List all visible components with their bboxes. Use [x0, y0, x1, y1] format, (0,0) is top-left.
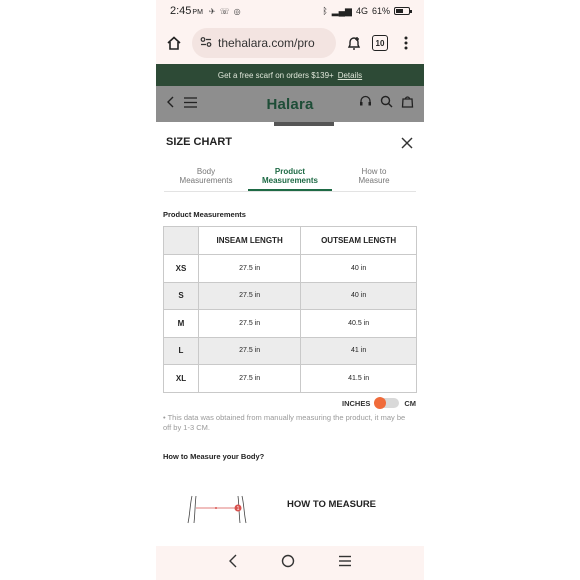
inseam-cell: 27.5 in — [197, 364, 302, 393]
promo-details-link[interactable]: Details — [338, 71, 362, 80]
nav-back-icon[interactable] — [228, 554, 238, 573]
modal-title: SIZE CHART — [166, 136, 232, 148]
promo-banner: Get a free scarf on orders $139+ Details — [156, 64, 424, 86]
status-right: ᛒ ▂▄▆ 4G 61% — [322, 5, 412, 17]
outseam-cell: 40 in — [300, 254, 417, 283]
tab-switcher-button[interactable]: 10 — [372, 35, 388, 51]
nav-home-icon[interactable] — [281, 554, 295, 573]
how-to-measure-label: HOW TO MEASURE — [287, 499, 377, 510]
table-row: XS 27.5 in 40 in — [163, 254, 417, 283]
note-text: This data was obtained from manually mea… — [163, 413, 406, 432]
waist-measure-illustration-icon: 1 — [187, 495, 247, 524]
measurement-note: • This data was obtained from manually m… — [163, 413, 406, 432]
notification-icons: ✈ ☏ ◎ — [209, 7, 241, 16]
tab-label-line2: Measurements — [261, 176, 319, 185]
customer-service-icon[interactable] — [359, 95, 372, 113]
table-corner-cell — [163, 226, 199, 255]
shopping-bag-icon[interactable] — [401, 95, 414, 113]
column-header-inseam: INSEAM LENGTH — [197, 226, 302, 255]
back-arrow-icon[interactable] — [166, 95, 176, 113]
battery-icon — [394, 7, 412, 15]
tab-body-measurements[interactable]: Body Measurements — [164, 164, 248, 191]
inseam-cell: 27.5 in — [197, 309, 302, 338]
tab-how-to-measure[interactable]: How to Measure — [332, 164, 416, 191]
tab-label-line1: Body — [196, 167, 216, 176]
call-icon: ☏ — [219, 6, 230, 16]
home-icon[interactable] — [164, 33, 184, 53]
size-cell: XL — [163, 364, 199, 393]
site-header: Halara — [156, 86, 424, 122]
status-bar: 2:45PM ✈ ☏ ◎ ᛒ ▂▄▆ 4G 61% — [156, 0, 424, 22]
battery-percent: 61% — [371, 6, 390, 16]
size-cell: XS — [163, 254, 199, 283]
switch-knob — [374, 397, 387, 409]
system-nav-bar — [156, 546, 424, 580]
unit-toggle: INCHES CM — [341, 397, 416, 409]
tab-label-line1: Product — [274, 167, 306, 176]
signal-strength-icon: ▂▄▆ — [331, 5, 352, 16]
more-options-icon[interactable] — [396, 33, 416, 53]
column-header-outseam: OUTSEAM LENGTH — [300, 226, 417, 255]
search-icon[interactable] — [380, 95, 393, 113]
inseam-cell: 27.5 in — [197, 254, 302, 283]
status-time: 2:45PM — [170, 5, 203, 17]
nav-recents-icon[interactable] — [338, 554, 352, 572]
tab-label-line2: Measurements — [179, 176, 233, 185]
messenger-icon: ✈ — [208, 6, 216, 16]
section-label: Product Measurements — [163, 210, 246, 219]
phone-screen: 2:45PM ✈ ☏ ◎ ᛒ ▂▄▆ 4G 61% thehalara.com/… — [156, 0, 424, 580]
table-row: S 27.5 in 40 in — [163, 281, 417, 310]
inseam-cell: 27.5 in — [197, 336, 302, 365]
url-text: thehalara.com/pro — [218, 36, 315, 50]
outseam-cell: 41.5 in — [300, 364, 417, 393]
hotspot-icon: ◎ — [233, 6, 241, 16]
address-bar[interactable]: thehalara.com/pro — [192, 28, 336, 58]
close-icon[interactable] — [400, 136, 414, 150]
battery-fill — [396, 9, 404, 13]
table-row: L 27.5 in 41 in — [163, 336, 417, 365]
outseam-cell: 40.5 in — [300, 309, 417, 338]
outseam-cell: 41 in — [300, 336, 417, 365]
size-chart-tabs: Body Measurements Product Measurements H… — [164, 164, 416, 192]
unit-switch[interactable] — [374, 397, 400, 409]
browser-toolbar: thehalara.com/pro 10 — [156, 22, 424, 64]
unit-label-cm: CM — [404, 398, 416, 408]
size-chart-modal: SIZE CHART Body Measurements Product Mea… — [156, 126, 424, 546]
bluetooth-icon: ᛒ — [322, 6, 328, 16]
svg-text:1: 1 — [237, 506, 240, 512]
promo-text: Get a free scarf on orders $139+ — [217, 70, 334, 80]
inseam-cell: 27.5 in — [197, 281, 302, 310]
tab-label-line1: How to — [361, 167, 387, 176]
hamburger-menu-icon[interactable] — [184, 95, 197, 113]
how-to-measure-heading: How to Measure your Body? — [163, 452, 265, 461]
size-cell: M — [163, 309, 199, 338]
tab-label-line2: Measure — [358, 176, 390, 185]
measurements-table: INSEAM LENGTH OUTSEAM LENGTH XS 27.5 in … — [163, 226, 417, 393]
tab-product-measurements[interactable]: Product Measurements — [248, 164, 332, 191]
notification-bell-icon[interactable] — [344, 33, 364, 53]
table-row: XL 27.5 in 41.5 in — [163, 364, 417, 393]
size-cell: S — [163, 281, 199, 310]
table-header-row: INSEAM LENGTH OUTSEAM LENGTH — [163, 226, 417, 255]
unit-label-inches: INCHES — [341, 398, 371, 408]
network-label: 4G — [355, 6, 368, 16]
site-settings-icon[interactable] — [200, 36, 212, 51]
table-row: M 27.5 in 40.5 in — [163, 309, 417, 338]
outseam-cell: 40 in — [300, 281, 417, 310]
size-cell: L — [163, 336, 199, 365]
